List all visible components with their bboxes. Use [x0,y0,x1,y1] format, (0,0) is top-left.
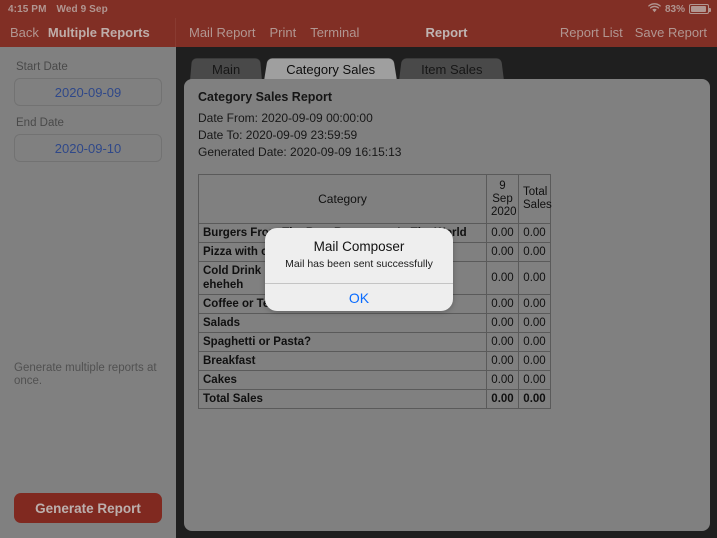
alert-title: Mail Composer [313,239,405,254]
alert-body: Mail Composer Mail has been sent success… [265,228,453,283]
app-root: 4:15 PM Wed 9 Sep 83% Back Multiple Repo… [0,0,717,538]
mail-composer-alert: Mail Composer Mail has been sent success… [265,228,453,311]
alert-message: Mail has been sent successfully [285,258,433,270]
alert-ok-button[interactable]: OK [265,284,453,311]
